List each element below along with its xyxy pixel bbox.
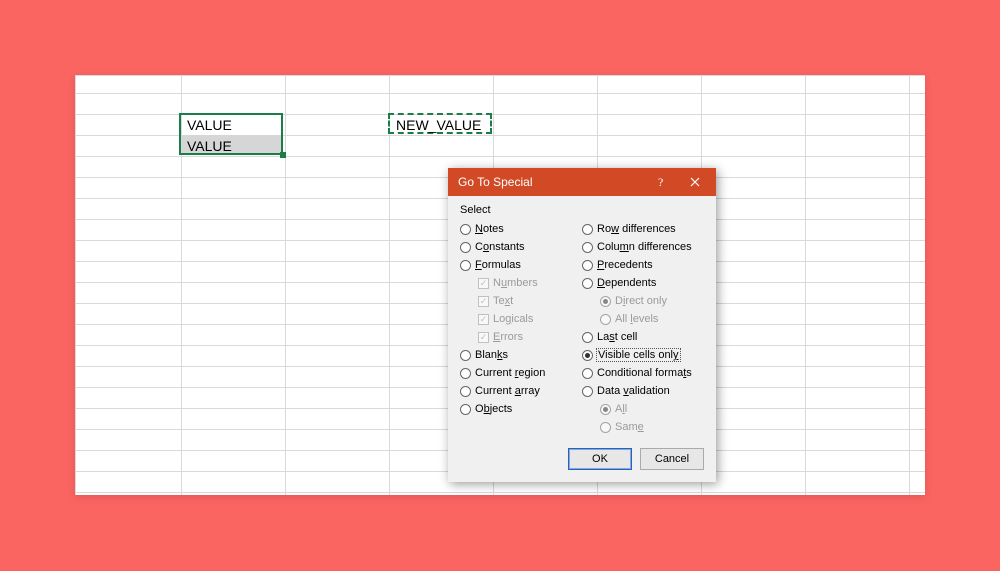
selection-handle[interactable] — [280, 152, 286, 158]
option-label: Current region — [475, 367, 545, 379]
option-current_array[interactable]: Current array — [460, 382, 582, 400]
option-objects[interactable]: Objects — [460, 400, 582, 418]
radio-icon — [582, 242, 593, 253]
radio-icon — [600, 296, 611, 307]
svg-text:?: ? — [658, 176, 663, 188]
option-conditional_formats[interactable]: Conditional formats — [582, 364, 704, 382]
option-numbers: ✓ Numbers — [478, 274, 582, 292]
option-constants[interactable]: Constants — [460, 238, 582, 256]
option-label: Direct only — [615, 295, 667, 307]
option-logicals: ✓ Logicals — [478, 310, 582, 328]
section-label: Select — [460, 204, 704, 216]
option-label: Notes — [475, 223, 504, 235]
option-label: Errors — [493, 331, 523, 343]
radio-icon — [460, 224, 471, 235]
option-label: Precedents — [597, 259, 653, 271]
option-label: Text — [493, 295, 513, 307]
radio-icon — [582, 368, 593, 379]
radio-icon — [460, 368, 471, 379]
option-same: Same — [600, 418, 704, 436]
radio-icon — [582, 224, 593, 235]
spreadsheet-workspace: VALUE VALUE NEW_VALUE Go To Special ? Se… — [75, 75, 925, 495]
cell-b2[interactable]: VALUE — [183, 114, 236, 136]
cancel-button[interactable]: Cancel — [640, 448, 704, 470]
cell-b3[interactable]: VALUE — [183, 135, 236, 157]
option-label: Numbers — [493, 277, 538, 289]
option-label: Visible cells only — [597, 349, 680, 361]
radio-icon — [582, 278, 593, 289]
dialog-buttons: OK Cancel — [448, 440, 716, 482]
radio-icon — [582, 350, 593, 361]
radio-icon — [600, 422, 611, 433]
option-label: Blanks — [475, 349, 508, 361]
options-left: Notes Constants Formulas ✓ Numbers ✓ Text ✓ Logi… — [460, 220, 582, 436]
checkbox-icon: ✓ — [478, 314, 489, 325]
close-button[interactable] — [678, 171, 712, 193]
option-data_validation[interactable]: Data validation — [582, 382, 704, 400]
close-icon — [690, 177, 700, 187]
radio-icon — [460, 242, 471, 253]
checkbox-icon: ✓ — [478, 278, 489, 289]
option-label: Column differences — [597, 241, 692, 253]
option-row_differences[interactable]: Row differences — [582, 220, 704, 238]
option-label: Same — [615, 421, 644, 433]
option-all: All — [600, 400, 704, 418]
option-current_region[interactable]: Current region — [460, 364, 582, 382]
option-formulas[interactable]: Formulas — [460, 256, 582, 274]
option-visible_cells_only[interactable]: Visible cells only — [582, 346, 704, 364]
option-direct_only: Direct only — [600, 292, 704, 310]
dialog-body: Select Notes Constants Formulas ✓ Numbers ✓ Te… — [448, 196, 716, 440]
help-icon: ? — [656, 176, 666, 188]
option-label: Constants — [475, 241, 525, 253]
dialog-title: Go To Special — [458, 175, 644, 189]
option-all_levels: All levels — [600, 310, 704, 328]
option-label: Last cell — [597, 331, 637, 343]
option-label: Logicals — [493, 313, 533, 325]
option-label: Formulas — [475, 259, 521, 271]
ok-button[interactable]: OK — [568, 448, 632, 470]
option-label: All levels — [615, 313, 658, 325]
go-to-special-dialog: Go To Special ? Select Notes Constants For… — [448, 168, 716, 482]
option-label: All — [615, 403, 627, 415]
dialog-titlebar[interactable]: Go To Special ? — [448, 168, 716, 196]
radio-icon — [460, 404, 471, 415]
radio-icon — [460, 386, 471, 397]
radio-icon — [582, 260, 593, 271]
checkbox-icon: ✓ — [478, 296, 489, 307]
option-label: Dependents — [597, 277, 656, 289]
option-label: Current array — [475, 385, 540, 397]
option-label: Objects — [475, 403, 512, 415]
option-precedents[interactable]: Precedents — [582, 256, 704, 274]
option-label: Row differences — [597, 223, 676, 235]
checkbox-icon: ✓ — [478, 332, 489, 343]
option-dependents[interactable]: Dependents — [582, 274, 704, 292]
help-button[interactable]: ? — [644, 171, 678, 193]
radio-icon — [600, 404, 611, 415]
option-errors: ✓ Errors — [478, 328, 582, 346]
option-label: Data validation — [597, 385, 670, 397]
radio-icon — [460, 260, 471, 271]
radio-icon — [600, 314, 611, 325]
option-column_differences[interactable]: Column differences — [582, 238, 704, 256]
option-label: Conditional formats — [597, 367, 692, 379]
option-blanks[interactable]: Blanks — [460, 346, 582, 364]
radio-icon — [460, 350, 471, 361]
radio-icon — [582, 332, 593, 343]
option-last_cell[interactable]: Last cell — [582, 328, 704, 346]
radio-icon — [582, 386, 593, 397]
cell-d2[interactable]: NEW_VALUE — [392, 114, 485, 136]
option-notes[interactable]: Notes — [460, 220, 582, 238]
options-right: Row differences Column differences Precede… — [582, 220, 704, 436]
option-text: ✓ Text — [478, 292, 582, 310]
